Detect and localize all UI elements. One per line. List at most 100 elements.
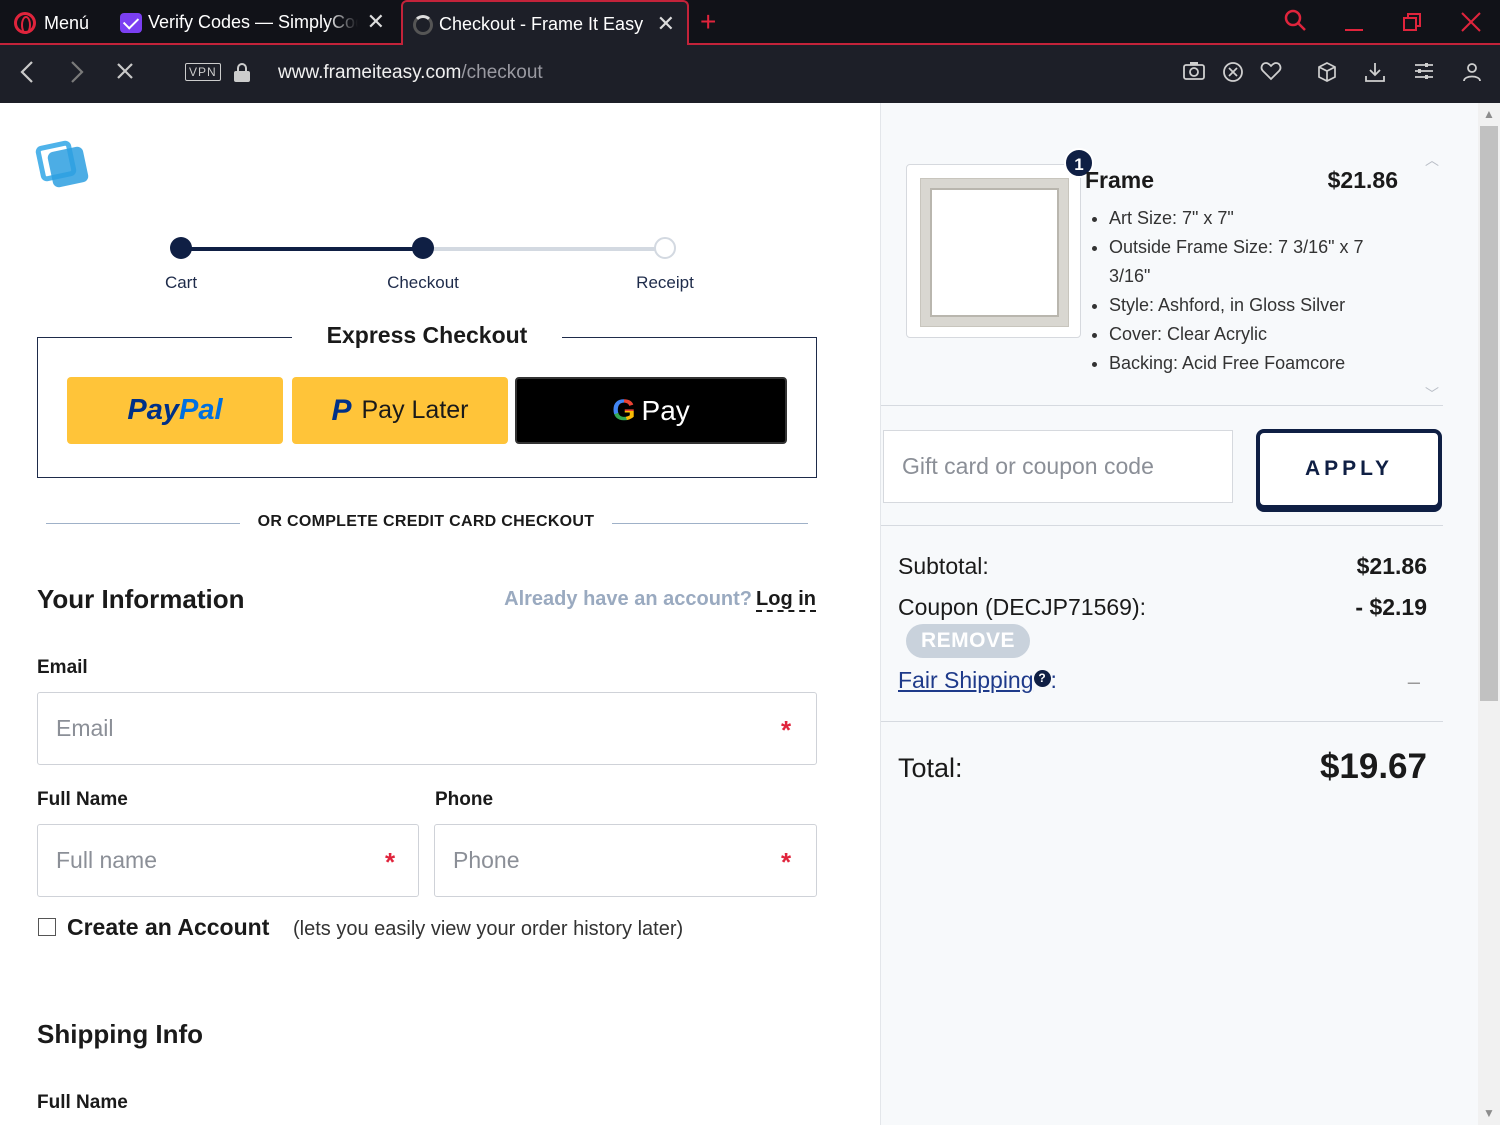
close-tab-icon[interactable]: ✕ — [657, 13, 675, 35]
subtotal-label: Subtotal: — [898, 553, 989, 579]
required-asterisk: * — [781, 847, 792, 877]
progress-line-complete — [181, 247, 423, 251]
forward-icon[interactable] — [66, 59, 86, 89]
pay-later-label: Pay Later — [361, 396, 469, 424]
items-scrollbar[interactable]: ︿ ﹀ — [1421, 148, 1443, 406]
url-field[interactable]: www.frameiteasy.com/checkout — [278, 62, 543, 84]
gpay-label: Pay — [641, 394, 690, 426]
item-price: $21.86 — [1327, 167, 1398, 193]
simplycodes-favicon-icon — [120, 12, 142, 33]
fair-shipping-row: Fair Shipping?: — [898, 667, 1057, 693]
step-dot-checkout — [412, 237, 434, 259]
attr-art-size: Art Size: 7" x 7" — [1109, 204, 1409, 233]
restore-icon[interactable] — [1402, 12, 1422, 38]
required-asterisk: * — [385, 847, 396, 877]
download-icon[interactable] — [1363, 61, 1387, 85]
checkout-form-panel: Cart Checkout Receipt Express Checkout P… — [0, 103, 880, 1125]
camera-icon[interactable] — [1182, 61, 1206, 85]
google-g-icon: G — [612, 393, 636, 427]
page-scrollbar[interactable]: ▲ ▼ — [1478, 103, 1500, 1125]
tab-checkout[interactable]: Checkout - Frame It Easy ✕ — [401, 0, 689, 47]
step-label-receipt: Receipt — [636, 273, 694, 292]
opera-logo-icon — [14, 12, 36, 34]
close-window-icon[interactable] — [1460, 11, 1482, 39]
back-icon[interactable] — [18, 59, 38, 89]
heart-icon[interactable] — [1259, 61, 1283, 85]
account-question: Already have an account? — [504, 588, 753, 610]
paypal-wordmark-a: Pay — [127, 394, 180, 426]
paypal-wordmark-b: Pal — [179, 394, 223, 426]
remove-coupon-button[interactable]: REMOVE — [906, 624, 1030, 658]
express-checkout-title: Express Checkout — [292, 322, 562, 349]
full-name-label: Full Name — [37, 789, 128, 810]
minimize-icon[interactable] — [1344, 14, 1364, 40]
paypal-p-icon: P — [331, 393, 352, 427]
progress-line-pending — [423, 247, 665, 251]
your-information-title: Your Information — [37, 584, 245, 614]
tab-bar: Menú Verify Codes — SimplyCodes ✕ Checko… — [0, 0, 1500, 47]
ad-block-icon[interactable] — [1221, 61, 1245, 85]
help-icon[interactable]: ? — [1033, 670, 1051, 687]
divider — [881, 721, 1443, 722]
fair-shipping-link[interactable]: Fair Shipping — [898, 667, 1034, 693]
tab-title: Verify Codes — SimplyCodes — [148, 12, 358, 32]
order-summary-panel: 1 Frame $21.86 Art Size: 7" x 7" Outside… — [880, 103, 1478, 1125]
credit-card-divider-text: OR COMPLETE CREDIT CARD CHECKOUT — [257, 513, 595, 530]
attr-cover: Cover: Clear Acrylic — [1109, 320, 1409, 349]
search-icon[interactable] — [1283, 8, 1307, 38]
new-tab-button[interactable]: + — [700, 6, 716, 38]
scroll-down-arrow-icon[interactable]: ▼ — [1483, 1106, 1495, 1120]
create-account-checkbox[interactable] — [38, 918, 56, 936]
url-path: /checkout — [461, 62, 543, 83]
frame-image — [921, 179, 1068, 326]
create-account-note: (lets you easily view your order history… — [293, 918, 684, 940]
divider — [881, 405, 1443, 406]
scroll-up-arrow-icon[interactable]: ▲ — [1483, 107, 1495, 121]
paypal-pay-later-button[interactable]: P Pay Later — [292, 377, 508, 444]
subtotal-value: $21.86 — [1356, 553, 1427, 579]
stop-loading-icon[interactable] — [115, 59, 135, 89]
scroll-down-icon[interactable]: ﹀ — [1425, 384, 1439, 404]
divider — [881, 525, 1443, 526]
close-tab-icon[interactable]: ✕ — [367, 11, 385, 33]
step-dot-cart — [170, 237, 192, 259]
email-label: Email — [37, 657, 88, 678]
required-asterisk: * — [781, 715, 792, 745]
vpn-badge[interactable]: VPN — [185, 63, 221, 81]
create-account-label[interactable]: Create an Account — [67, 914, 269, 941]
attr-backing: Backing: Acid Free Foamcore — [1109, 349, 1409, 378]
divider-line-left — [46, 523, 240, 524]
lock-icon[interactable] — [234, 63, 250, 83]
step-dot-receipt — [654, 237, 676, 259]
phone-field[interactable] — [434, 824, 817, 897]
shipping-value: – — [1407, 669, 1420, 694]
menu-label: Menú — [44, 12, 90, 33]
cube-extension-icon[interactable] — [1315, 61, 1339, 85]
full-name-field[interactable] — [37, 824, 419, 897]
phone-label: Phone — [435, 789, 494, 810]
frame-it-easy-logo[interactable] — [34, 139, 90, 189]
coupon-discount-value: - $2.19 — [1355, 594, 1427, 620]
step-label-checkout: Checkout — [387, 273, 459, 292]
shipping-info-title: Shipping Info — [37, 1019, 204, 1049]
profile-icon[interactable] — [1460, 61, 1484, 85]
address-bar: VPN www.frameiteasy.com/checkout — [0, 45, 1500, 103]
paypal-button[interactable]: Pay Pal — [67, 377, 283, 444]
login-link[interactable]: Log in — [756, 588, 816, 612]
coupon-code-field[interactable] — [883, 430, 1233, 503]
coupon-label: Coupon (DECJP71569): — [898, 594, 1147, 620]
tab-verify-codes[interactable]: Verify Codes — SimplyCodes ✕ — [112, 0, 397, 45]
scrollbar-thumb[interactable] — [1480, 126, 1498, 701]
easy-setup-icon[interactable] — [1412, 61, 1436, 85]
url-host: www.frameiteasy.com — [278, 62, 462, 83]
email-field[interactable] — [37, 692, 817, 765]
opera-menu-button[interactable]: Menú — [14, 10, 89, 36]
divider-line-right — [612, 523, 808, 524]
attr-outside-size: Outside Frame Size: 7 3/16" x 7 3/16" — [1109, 233, 1409, 291]
scroll-up-icon[interactable]: ︿ — [1425, 150, 1439, 170]
apply-coupon-button[interactable]: APPLY — [1256, 429, 1442, 509]
google-pay-button[interactable]: G Pay — [515, 377, 787, 444]
account-prompt: Already have an account? Log in — [504, 588, 816, 612]
step-label-cart[interactable]: Cart — [121, 273, 241, 293]
item-attributes: Art Size: 7" x 7" Outside Frame Size: 7 … — [1109, 204, 1409, 378]
